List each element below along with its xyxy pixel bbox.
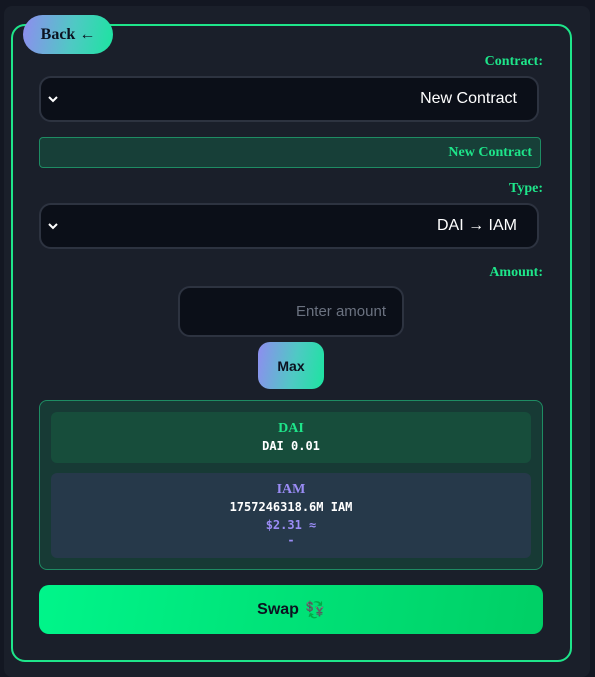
type-select[interactable]: DAI → IAM [39, 203, 539, 249]
contract-select-value: New Contract [420, 90, 517, 107]
back-button[interactable]: Back ← [23, 15, 113, 54]
chevron-down-icon [47, 93, 59, 105]
to-token-usd: $2.31 ≈ [265, 518, 317, 532]
back-button-label: Back [40, 25, 76, 43]
from-token-name: DAI [278, 421, 304, 436]
chevron-down-icon [47, 220, 59, 232]
to-token-amount: 1757246318.6M IAM [229, 500, 353, 514]
to-token-name: IAM [276, 482, 306, 497]
amount-label: :Amount [489, 265, 543, 280]
contract-badge: New Contract [39, 137, 541, 168]
contract-badge-label: New Contract [448, 144, 532, 160]
arrow-left-icon: ← [79, 25, 96, 43]
type-label: :Type [509, 181, 543, 196]
max-button[interactable]: Max [258, 342, 324, 389]
currency-exchange-icon: 💱 [304, 601, 325, 619]
swap-summary: DAI DAI 0.01 IAM 1757246318.6M IAM $2.31… [39, 400, 543, 570]
swap-button-label: Swap [257, 600, 299, 618]
contract-label: :Contract [484, 54, 543, 69]
to-token-extra: - [287, 533, 295, 547]
contract-select[interactable]: New Contract [39, 76, 539, 122]
type-select-value: DAI → IAM [436, 217, 517, 234]
to-token-card: IAM 1757246318.6M IAM $2.31 ≈ - [51, 473, 531, 558]
swap-button[interactable]: Swap 💱 [39, 585, 543, 634]
from-token-amount: DAI 0.01 [262, 439, 320, 453]
amount-input[interactable] [178, 286, 404, 337]
from-token-card: DAI DAI 0.01 [51, 412, 531, 463]
